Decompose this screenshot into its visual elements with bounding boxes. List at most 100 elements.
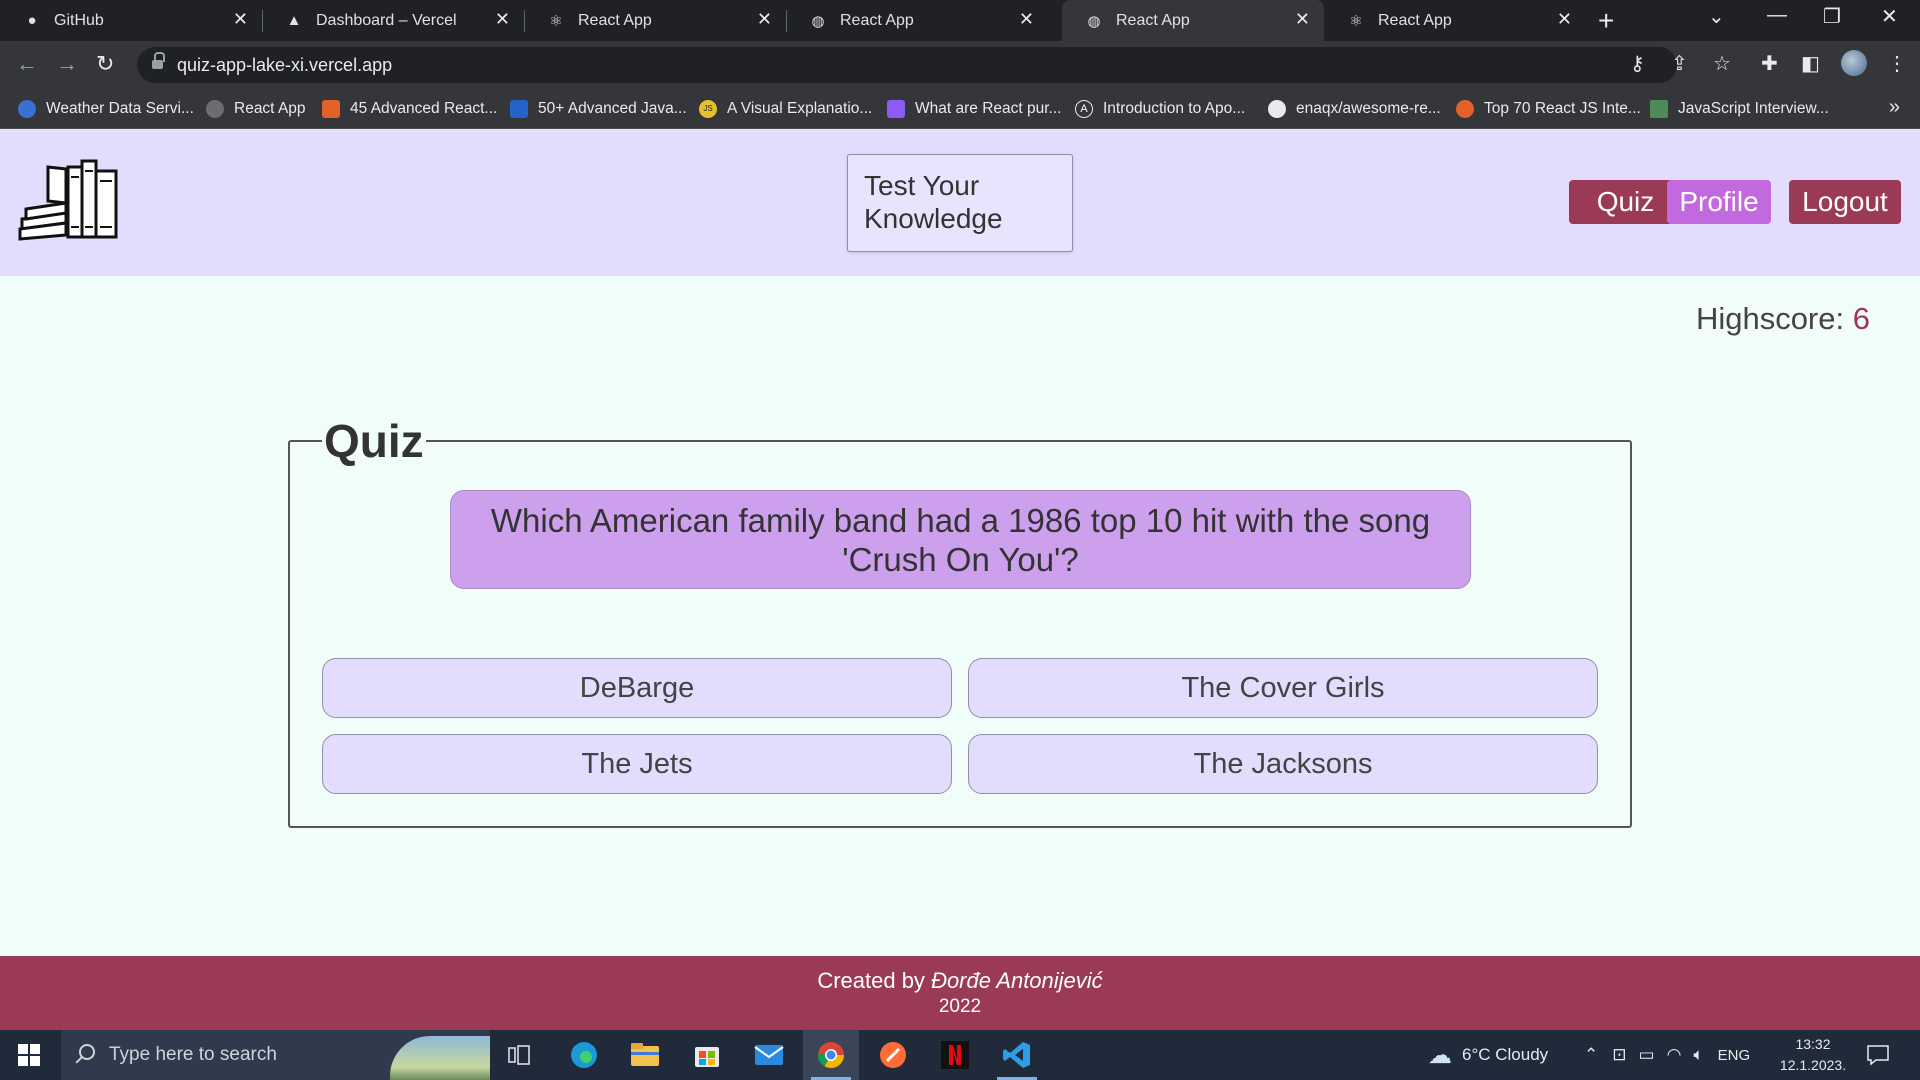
answer-button[interactable]: DeBarge <box>322 658 952 718</box>
bookmark-favicon-icon <box>322 99 340 118</box>
vercel-icon: ▲ <box>286 12 302 29</box>
bookmark-item[interactable]: JavaScript Interview... <box>1650 88 1829 129</box>
footer-credit: Created by Đorđe Antonijević <box>0 968 1920 994</box>
more-bookmarks-chevron-icon[interactable]: » <box>1889 96 1900 119</box>
browser-tab-strip: ● GitHub ✕ ▲ Dashboard – Vercel ✕ ⚛ Reac… <box>0 0 1920 41</box>
tab-react-app-2[interactable]: ◍ React App ✕ <box>786 0 1048 41</box>
file-explorer-icon[interactable] <box>617 1030 673 1080</box>
extensions-puzzle-icon[interactable]: ✚ <box>1761 51 1778 76</box>
highscore-display: Highscore: 6 <box>1696 301 1870 337</box>
react-icon: ⚛ <box>549 12 563 30</box>
bookmark-item[interactable]: 45 Advanced React... <box>322 88 497 129</box>
meet-now-icon[interactable]: ⊡ <box>1612 1045 1626 1065</box>
highscore-value: 6 <box>1852 301 1870 336</box>
search-icon <box>79 1044 95 1060</box>
tab-search-chevron-icon[interactable]: ⌄ <box>1708 4 1725 29</box>
taskbar-clock[interactable]: 13:32 12.1.2023. <box>1770 1034 1856 1076</box>
tab-react-app-1[interactable]: ⚛ React App ✕ <box>524 0 787 41</box>
close-icon[interactable]: ✕ <box>495 9 510 30</box>
language-indicator[interactable]: ENG <box>1718 1047 1751 1064</box>
close-icon[interactable]: ✕ <box>233 9 248 30</box>
task-view-icon[interactable] <box>491 1030 547 1080</box>
bookmark-item[interactable]: A Introduction to Apo... <box>1075 88 1245 129</box>
weather-widget[interactable]: ☁ 6°C Cloudy <box>1428 1030 1548 1080</box>
rocket-icon <box>887 99 905 118</box>
tab-title: Dashboard – Vercel <box>316 11 457 29</box>
key-icon[interactable]: ⚷ <box>1630 51 1645 76</box>
volume-icon[interactable]: 🔈︎ <box>1693 1045 1703 1065</box>
apollo-icon: A <box>1075 99 1093 118</box>
footer-author: Đorđe Antonijević <box>931 968 1103 993</box>
bookmark-item[interactable]: enaqx/awesome-re... <box>1268 88 1441 129</box>
cloud-icon: ☁ <box>1428 1041 1452 1069</box>
tab-react-app-active[interactable]: ◍ React App ✕ <box>1062 0 1324 41</box>
bookmark-item[interactable]: Weather Data Servi... <box>18 88 194 129</box>
tab-title: React App <box>578 11 652 29</box>
vscode-icon[interactable] <box>989 1030 1045 1080</box>
brand-title[interactable]: Test Your Knowledge <box>847 154 1073 252</box>
search-highlight-image <box>390 1036 490 1080</box>
books-logo-icon[interactable] <box>18 157 122 241</box>
bookmark-label: A Visual Explanatio... <box>727 99 873 117</box>
windows-start-icon[interactable] <box>18 1044 40 1066</box>
bookmark-label: JavaScript Interview... <box>1678 99 1829 117</box>
footer-prefix: Created by <box>817 968 925 993</box>
bookmark-label: React App <box>234 99 306 117</box>
bookmark-item[interactable]: What are React pur... <box>887 88 1061 129</box>
bookmark-star-icon[interactable]: ☆ <box>1713 51 1731 76</box>
bookmark-label: What are React pur... <box>915 99 1062 117</box>
menu-kebab-icon[interactable]: ⋮ <box>1887 51 1907 76</box>
bookmark-item[interactable]: React App <box>206 88 306 129</box>
share-icon[interactable]: ⇪ <box>1671 51 1688 76</box>
bookmark-item[interactable]: 50+ Advanced Java... <box>510 88 687 129</box>
quiz-nav-button[interactable]: Quiz <box>1569 180 1682 224</box>
battery-icon[interactable]: ▭ <box>1639 1045 1655 1065</box>
bookmark-favicon-icon <box>18 99 36 118</box>
system-tray: ⌃ ⊡ ▭ ◠ 🔈︎ ENG <box>1584 1030 1750 1080</box>
address-bar[interactable]: quiz-app-lake-xi.vercel.app <box>137 47 1677 83</box>
back-arrow-icon[interactable]: ← <box>16 51 38 77</box>
notifications-icon[interactable] <box>1866 1030 1890 1080</box>
reload-icon[interactable]: ↻ <box>96 51 114 77</box>
minimize-icon[interactable]: — <box>1767 4 1787 27</box>
footer-year: 2022 <box>938 996 982 1017</box>
microsoft-store-icon[interactable] <box>679 1030 735 1080</box>
tab-vercel[interactable]: ▲ Dashboard – Vercel ✕ <box>262 0 525 41</box>
taskbar-search-box[interactable]: Type here to search <box>61 1030 490 1080</box>
globe-icon: ◍ <box>1087 12 1101 30</box>
tab-title: React App <box>840 11 914 29</box>
answer-button[interactable]: The Jacksons <box>968 734 1598 794</box>
bookmark-item[interactable]: Top 70 React JS Inte... <box>1456 88 1641 129</box>
bookmark-favicon-icon <box>510 99 528 118</box>
lock-icon <box>152 52 165 70</box>
profile-nav-button[interactable]: Profile <box>1667 180 1771 224</box>
close-icon[interactable]: ✕ <box>1557 9 1572 30</box>
side-panel-icon[interactable]: ◧ <box>1801 51 1820 76</box>
restore-icon[interactable]: ❐ <box>1823 4 1841 29</box>
close-icon[interactable]: ✕ <box>757 9 772 30</box>
tab-react-app-4[interactable]: ⚛ React App ✕ <box>1324 0 1586 41</box>
bookmark-label: Introduction to Apo... <box>1103 99 1246 117</box>
wifi-icon[interactable]: ◠ <box>1667 1045 1682 1065</box>
bookmark-label: Top 70 React JS Inte... <box>1484 99 1641 117</box>
mail-icon[interactable] <box>741 1030 797 1080</box>
new-tab-plus-icon[interactable]: + <box>1598 5 1614 37</box>
page-footer: Created by Đorđe Antonijević 2022 <box>0 956 1920 1030</box>
answer-button[interactable]: The Cover Girls <box>968 658 1598 718</box>
forward-arrow-icon[interactable]: → <box>56 51 78 77</box>
windows-taskbar: Type here to search ☁ 6°C Cloudy ⌃ ⊡ ▭ ◠… <box>0 1030 1920 1080</box>
answer-button[interactable]: The Jets <box>322 734 952 794</box>
logout-button[interactable]: Logout <box>1789 180 1901 224</box>
show-hidden-icons-chevron-icon[interactable]: ⌃ <box>1584 1045 1598 1065</box>
close-window-icon[interactable]: ✕ <box>1881 4 1898 29</box>
netflix-icon[interactable] <box>927 1030 983 1080</box>
close-icon[interactable]: ✕ <box>1019 9 1034 30</box>
postman-icon[interactable] <box>865 1030 921 1080</box>
edge-browser-icon[interactable] <box>556 1030 612 1080</box>
close-icon[interactable]: ✕ <box>1295 9 1310 30</box>
profile-avatar[interactable] <box>1841 50 1867 76</box>
bookmark-item[interactable]: JS A Visual Explanatio... <box>699 88 872 129</box>
js-icon: JS <box>699 99 717 118</box>
chrome-icon[interactable] <box>803 1030 859 1080</box>
tab-github[interactable]: ● GitHub ✕ <box>0 0 263 41</box>
